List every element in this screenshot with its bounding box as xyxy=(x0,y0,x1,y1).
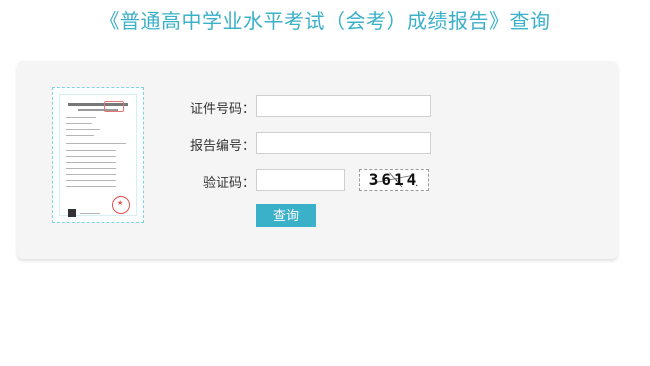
sample-report-image xyxy=(52,87,144,223)
sample-report-line xyxy=(66,186,116,187)
sample-report-stamp xyxy=(104,101,124,112)
page-title: 《普通高中学业水平考试（会考）成绩报告》查询 xyxy=(99,9,551,33)
captcha-image[interactable]: 3614 xyxy=(359,169,429,191)
captcha-image-text: 3614 xyxy=(368,170,420,189)
qr-code-icon xyxy=(68,209,76,217)
official-seal-icon xyxy=(112,196,130,214)
sample-report-line xyxy=(66,135,94,136)
sample-report-line xyxy=(66,162,116,163)
query-button[interactable]: 查询 xyxy=(256,204,316,227)
sample-report-line xyxy=(80,213,100,214)
report-number-label: 报告编号： xyxy=(189,139,255,154)
captcha-label: 验证码： xyxy=(202,176,255,191)
sample-report-line xyxy=(66,143,126,144)
sample-report-line xyxy=(66,168,116,169)
sample-report-page xyxy=(59,94,137,217)
sample-report-line xyxy=(66,180,116,181)
sample-report-line xyxy=(66,156,116,157)
id-number-input[interactable] xyxy=(256,95,431,117)
query-panel: 证件号码： 报告编号： 验证码： 3614 查询 xyxy=(17,61,618,259)
sample-report-line xyxy=(66,117,96,118)
report-number-input[interactable] xyxy=(256,132,431,154)
sample-report-line xyxy=(66,174,116,175)
id-number-label: 证件号码： xyxy=(189,102,255,117)
sample-report-line xyxy=(66,150,116,151)
sample-report-line xyxy=(66,129,100,130)
captcha-input[interactable] xyxy=(256,169,345,191)
sample-report-line xyxy=(66,123,92,124)
